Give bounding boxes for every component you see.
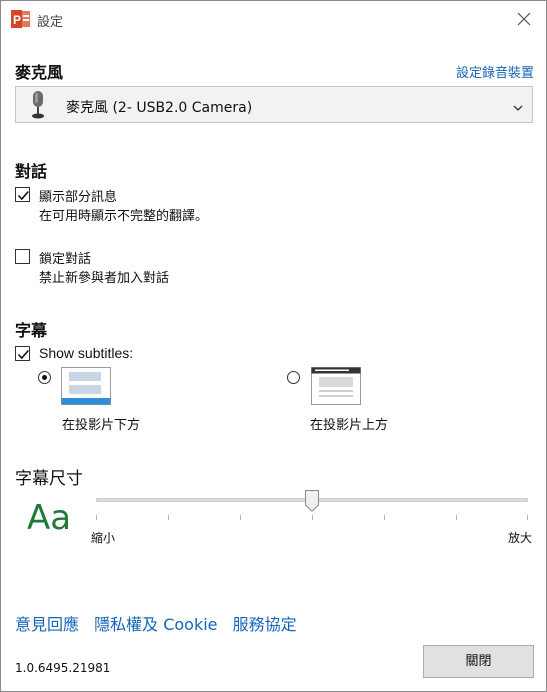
- microphone-icon: [26, 90, 50, 120]
- radio-selected-dot: [42, 375, 47, 380]
- close-button[interactable]: 關閉: [423, 645, 534, 678]
- subtitle-size-slider-thumb[interactable]: [305, 490, 319, 512]
- position-above-radio[interactable]: [287, 371, 300, 384]
- show-subtitles-label: Show subtitles:: [39, 345, 134, 361]
- position-above-label: 在投影片上方: [310, 418, 389, 433]
- feedback-link[interactable]: 意見回應: [15, 615, 79, 634]
- slider-tick: [312, 515, 313, 520]
- lock-conversation-label: 鎖定對話: [39, 252, 92, 267]
- powerpoint-icon: P: [11, 10, 31, 28]
- slider-max-label: 放大: [508, 531, 533, 545]
- checkmark-icon: [17, 349, 29, 360]
- footer-links: 意見回應 隱私權及 Cookie 服務協定: [15, 611, 307, 635]
- settings-dialog: P 設定 麥克風 設定錄音裝置 麥克風 (2- USB2.0 Camera) 對…: [0, 0, 547, 692]
- slider-tick: [168, 515, 169, 520]
- close-icon: [517, 12, 531, 26]
- window-close-button[interactable]: [508, 5, 540, 33]
- lock-conversation-checkbox[interactable]: [15, 249, 30, 264]
- subtitles-below-slide-icon: [61, 367, 111, 405]
- privacy-cookie-link[interactable]: 隱私權及 Cookie: [94, 615, 217, 634]
- lock-conversation-description: 禁止新參與者加入對話: [39, 271, 170, 286]
- show-partial-checkbox[interactable]: [15, 187, 30, 202]
- setup-recording-device-link[interactable]: 設定錄音裝置: [456, 62, 534, 81]
- window-title: 設定: [37, 15, 64, 30]
- microphone-select[interactable]: 麥克風 (2- USB2.0 Camera): [15, 86, 533, 123]
- subtitle-size-sample: Aa: [27, 498, 72, 538]
- slider-tick: [456, 515, 457, 520]
- checkmark-icon: [17, 190, 29, 201]
- show-subtitles-checkbox[interactable]: [15, 346, 30, 361]
- service-agreement-link[interactable]: 服務協定: [233, 615, 297, 634]
- title-bar: P 設定: [1, 1, 546, 37]
- show-partial-label: 顯示部分訊息: [39, 190, 118, 205]
- subtitles-section-title: 字幕: [15, 321, 48, 340]
- show-partial-description: 在可用時顯示不完整的翻譯。: [39, 209, 209, 224]
- slider-min-label: 縮小: [91, 531, 116, 545]
- subtitle-size-section-title: 字幕尺寸: [15, 469, 83, 489]
- position-below-label: 在投影片下方: [62, 418, 141, 433]
- slider-tick: [527, 515, 528, 520]
- svg-text:P: P: [13, 13, 21, 27]
- slider-tick: [96, 515, 97, 520]
- position-below-radio[interactable]: [38, 371, 51, 384]
- subtitles-above-slide-icon: [311, 367, 361, 405]
- slider-tick: [384, 515, 385, 520]
- slider-tick: [240, 515, 241, 520]
- version-text: 1.0.6495.21981: [15, 661, 111, 675]
- microphone-section-title: 麥克風: [15, 63, 64, 82]
- chevron-down-icon: [512, 99, 524, 111]
- microphone-select-value: 麥克風 (2- USB2.0 Camera): [66, 100, 253, 116]
- conversation-section-title: 對話: [15, 162, 48, 181]
